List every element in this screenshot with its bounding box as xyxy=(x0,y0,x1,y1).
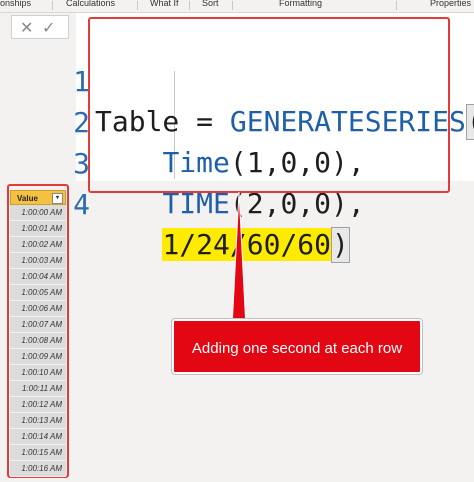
table-row[interactable]: 1:00:11 AM xyxy=(10,381,66,397)
code-bracket: ( xyxy=(465,104,474,140)
callout-pointer xyxy=(232,192,246,328)
table-row[interactable]: 1:00:12 AM xyxy=(10,397,66,413)
table-row[interactable]: 1:00:09 AM xyxy=(10,349,66,365)
table-row[interactable]: 1:00:10 AM xyxy=(10,365,66,381)
ribbon-calculations[interactable]: Calculations xyxy=(66,0,115,8)
table-row[interactable]: 1:00:00 AM xyxy=(10,205,66,221)
table-row[interactable]: 1:00:03 AM xyxy=(10,253,66,269)
dropdown-icon[interactable]: ▾ xyxy=(52,193,63,204)
close-icon[interactable]: ✕ xyxy=(20,18,33,38)
table-row[interactable]: 1:00:13 AM xyxy=(10,413,66,429)
column-header-label: Value xyxy=(17,194,38,203)
table-row[interactable]: 1:00:07 AM xyxy=(10,317,66,333)
code-highlighted-expression: 1/24/60/60 xyxy=(162,228,332,261)
formula-bar-controls: ✕ ✓ xyxy=(0,13,76,181)
check-icon[interactable]: ✓ xyxy=(42,18,55,38)
ribbon-sort[interactable]: Sort xyxy=(202,0,219,8)
ribbon-formatting[interactable]: Formatting xyxy=(279,0,322,8)
ribbon-relationships[interactable]: onships xyxy=(0,0,31,8)
ribbon-properties[interactable]: Properties xyxy=(430,0,471,8)
ribbon-what-if[interactable]: What If xyxy=(150,0,179,8)
table-row[interactable]: 1:00:06 AM xyxy=(10,301,66,317)
code-bracket: ) xyxy=(331,227,350,263)
table-row[interactable]: 1:00:04 AM xyxy=(10,269,66,285)
ribbon-divider xyxy=(52,1,53,10)
table-row[interactable]: 1:00:01 AM xyxy=(10,221,66,237)
table-row[interactable]: 1:00:15 AM xyxy=(10,445,66,461)
table-row[interactable]: 1:00:14 AM xyxy=(10,429,66,445)
code-text: 1/24/60/60) xyxy=(95,225,350,265)
line-number: 4 xyxy=(73,188,90,221)
ribbon-divider xyxy=(396,1,397,10)
ribbon-divider xyxy=(232,1,233,10)
column-header[interactable]: Value ▾ xyxy=(10,190,66,205)
table-body: 1:00:00 AM 1:00:01 AM 1:00:02 AM 1:00:03 AM… xyxy=(10,205,66,477)
callout-annotation: Adding one second at each row xyxy=(171,318,423,375)
ribbon: onships Calculations What If Sort Format… xyxy=(0,0,474,13)
ribbon-divider xyxy=(189,1,190,10)
table-row[interactable]: 1:00:16 AM xyxy=(10,461,66,477)
data-table: Value ▾ 1:00:00 AM 1:00:01 AM 1:00:02 AM 1:… xyxy=(10,190,66,477)
table-row[interactable]: 1:00:08 AM xyxy=(10,333,66,349)
code-annotation-box xyxy=(88,17,450,193)
formula-buttons: ✕ ✓ xyxy=(11,15,69,39)
table-row[interactable]: 1:00:05 AM xyxy=(10,285,66,301)
ribbon-divider xyxy=(137,1,138,10)
table-row[interactable]: 1:00:02 AM xyxy=(10,237,66,253)
